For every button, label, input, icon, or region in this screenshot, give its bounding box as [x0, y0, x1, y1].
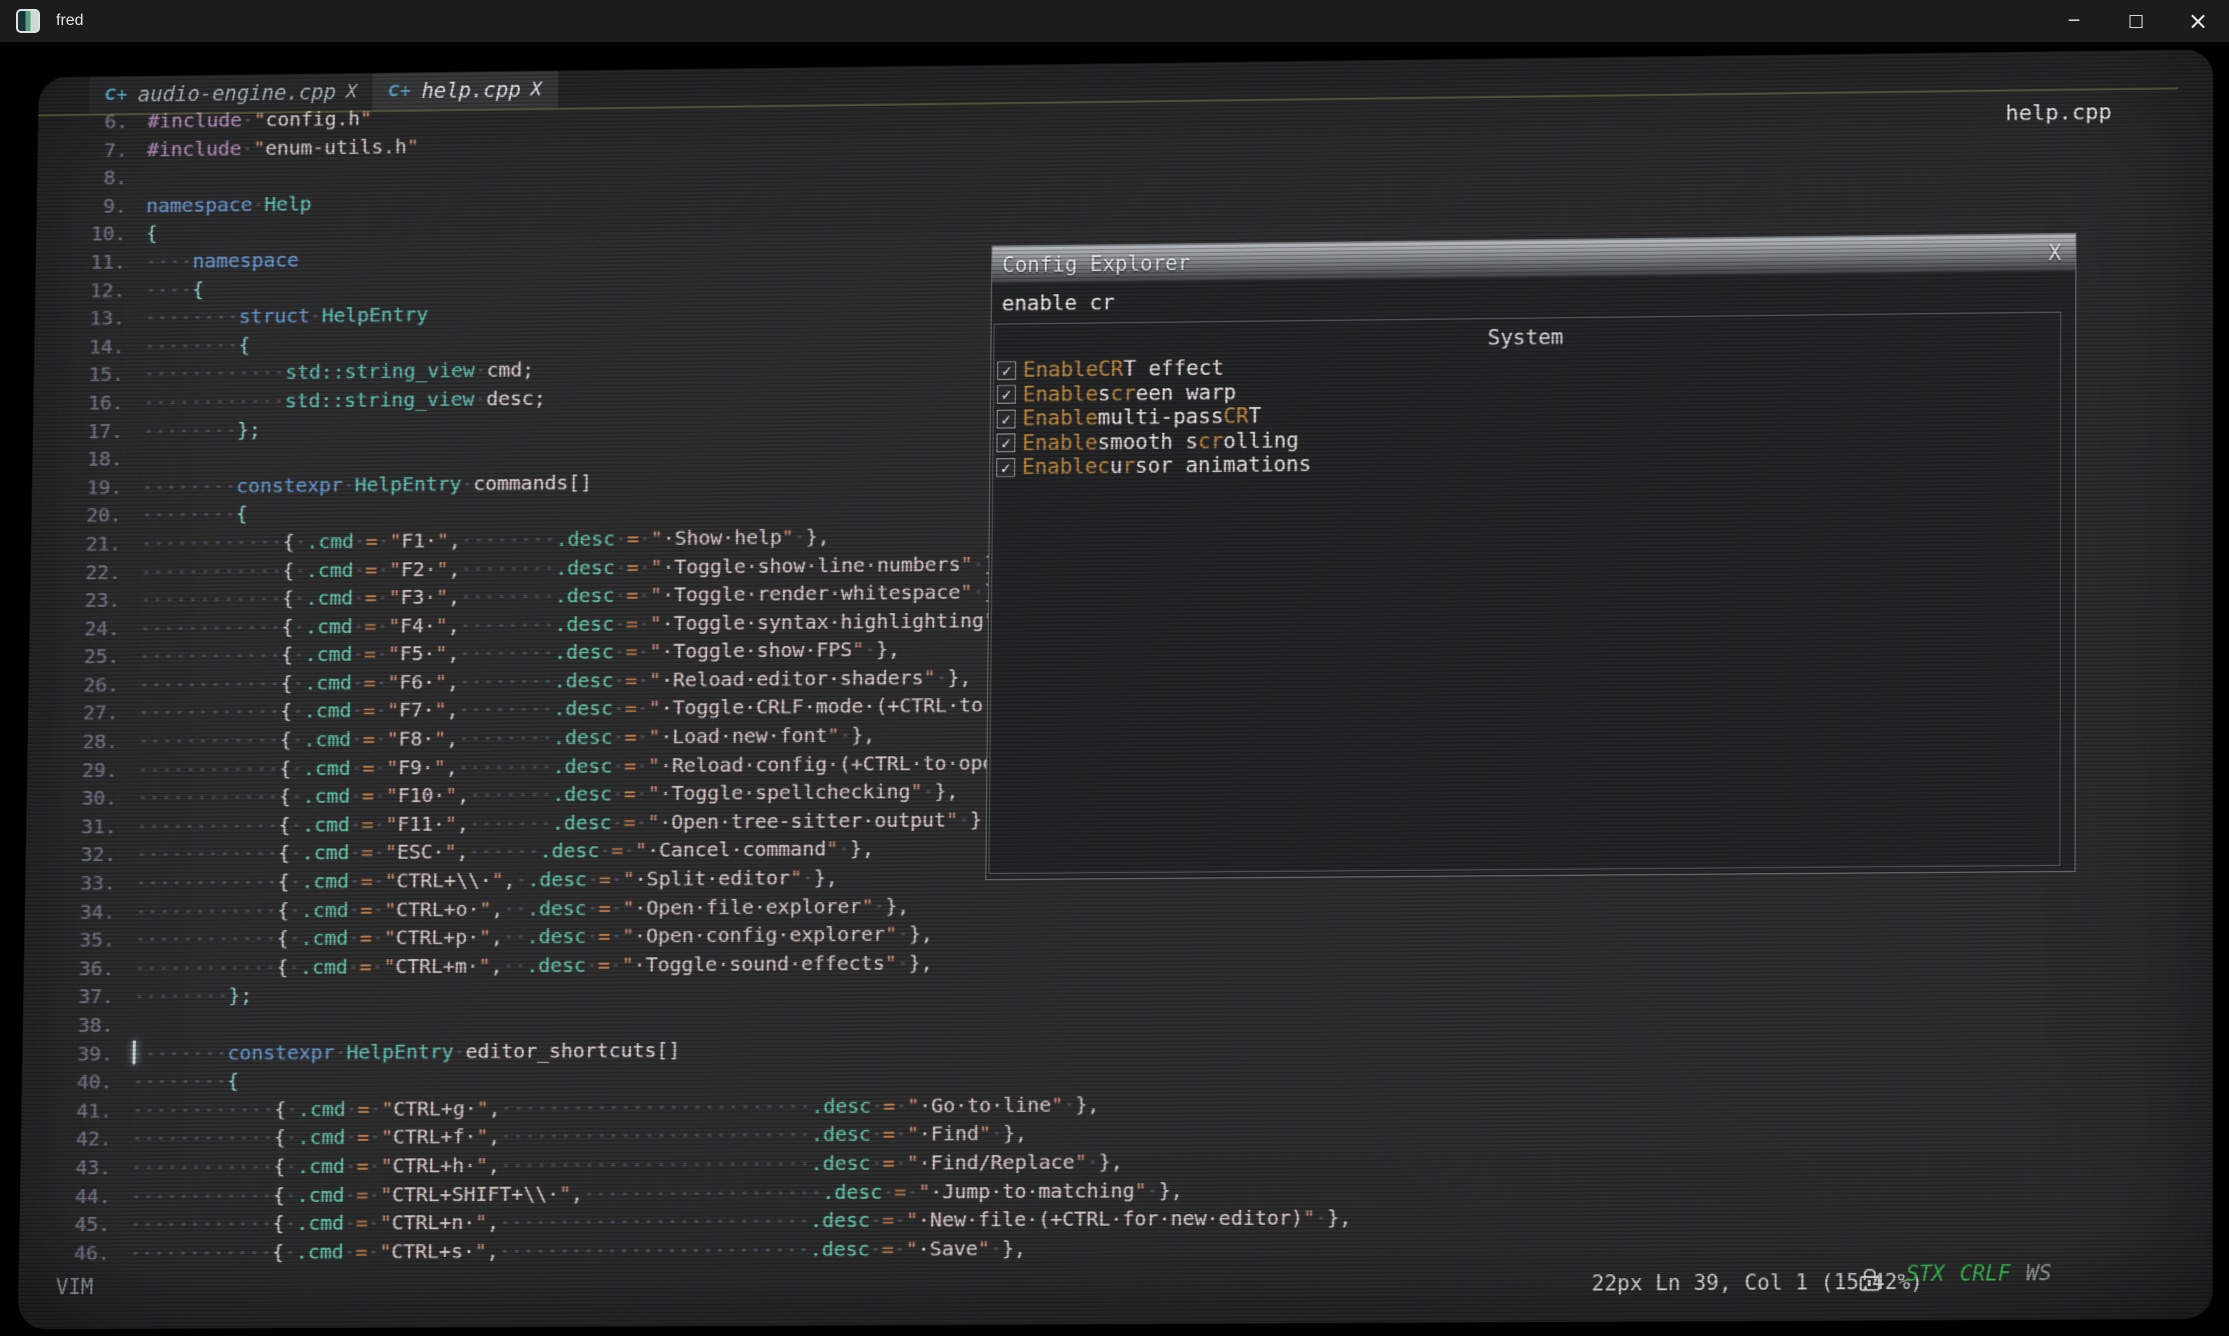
popup-body: System ✓Enable CRT effect✓Enable screen …: [988, 312, 2061, 874]
status-flag-crlf: CRLF: [1960, 1261, 2011, 1286]
line-number: 7.: [71, 135, 148, 164]
checkbox-checked-icon[interactable]: ✓: [996, 458, 1015, 477]
maximize-button[interactable]: □: [2105, 0, 2167, 42]
line-number: 42.: [54, 1125, 131, 1154]
line-number: 17.: [66, 416, 143, 445]
line-number: 20.: [65, 501, 142, 530]
tab-audio-engine[interactable]: C+ audio-engine.cpp X: [89, 73, 373, 114]
line-number: 39.: [56, 1039, 133, 1068]
line-number: 14.: [67, 332, 144, 361]
line-number: 21.: [64, 529, 141, 558]
line-number: 11.: [69, 248, 146, 277]
line-number: 12.: [68, 276, 145, 305]
tab-label: help.cpp: [421, 78, 521, 103]
popup-close-icon[interactable]: X: [2049, 241, 2062, 265]
line-number: 29.: [60, 755, 137, 784]
line-number: 38.: [56, 1011, 133, 1040]
line-number: 30.: [60, 784, 137, 813]
line-number: 28.: [61, 727, 138, 756]
line-number: 37.: [57, 982, 134, 1011]
line-number: 35.: [57, 926, 134, 955]
line-number: 18.: [66, 445, 143, 474]
line-number: 24.: [63, 614, 140, 643]
checkbox-checked-icon[interactable]: ✓: [997, 385, 1016, 404]
status-flag-stx: STX: [1906, 1261, 1944, 1285]
line-number: 10.: [69, 220, 146, 249]
line-number: 8.: [70, 163, 147, 192]
window-title: fred: [56, 12, 84, 30]
line-number: 46.: [52, 1239, 129, 1268]
line-number: 15.: [67, 360, 144, 389]
tab-help[interactable]: C+ help.cpp X: [373, 71, 558, 111]
line-number: 32.: [59, 840, 136, 869]
line-number: 13.: [68, 304, 145, 333]
close-button[interactable]: ×: [2167, 0, 2229, 42]
status-flag-ws: WS: [2026, 1261, 2052, 1285]
line-number: 26.: [62, 670, 139, 699]
line-number: 31.: [59, 812, 136, 841]
active-file-indicator: help.cpp: [2005, 100, 2111, 126]
tab-bar: C+ audio-engine.cpp X C+ help.cpp X: [89, 71, 558, 114]
minimize-button[interactable]: ─: [2043, 0, 2105, 42]
checkbox-checked-icon[interactable]: ✓: [997, 409, 1016, 428]
tab-close-icon[interactable]: X: [346, 81, 358, 103]
window-controls: ─ □ ×: [2043, 0, 2229, 42]
line-number: 43.: [54, 1153, 131, 1182]
tab-close-icon[interactable]: X: [530, 79, 542, 101]
status-mode-indicator: VIM: [56, 1275, 94, 1299]
crt-stage: C+ audio-engine.cpp X C+ help.cpp X help…: [0, 42, 2229, 1336]
line-number: 33.: [58, 869, 135, 898]
line-number: 41.: [55, 1096, 132, 1125]
status-flags: STX CRLF WS: [1906, 1261, 2067, 1286]
line-number: 34.: [58, 897, 135, 926]
line-number: 25.: [62, 642, 139, 671]
cpp-file-icon: C+: [388, 82, 411, 100]
editor-screen: C+ audio-engine.cpp X C+ help.cpp X help…: [18, 49, 2214, 1329]
cpp-file-icon: C+: [105, 86, 128, 104]
line-number: 36.: [57, 954, 134, 983]
os-titlebar: fred ─ □ ×: [0, 0, 2229, 42]
checkbox-checked-icon[interactable]: ✓: [996, 434, 1015, 453]
line-number: 45.: [53, 1210, 130, 1239]
line-number: 44.: [53, 1182, 130, 1211]
line-number: 19.: [65, 473, 142, 502]
code-line[interactable]: 46.············{·.cmd·=·"CTRL+s·",······…: [52, 1232, 1351, 1267]
config-explorer-popup: Config Explorer X enable cr System ✓Enab…: [985, 233, 2076, 880]
line-number: 9.: [70, 191, 147, 220]
line-number: 40.: [55, 1068, 132, 1097]
app-icon: [16, 9, 40, 33]
checkbox-checked-icon[interactable]: ✓: [997, 361, 1016, 380]
tab-label: audio-engine.cpp: [138, 80, 336, 106]
popup-list: ✓Enable CRT effect✓Enable screen warp✓En…: [993, 347, 2060, 480]
lock-icon: [1860, 1276, 1880, 1291]
line-number: 27.: [61, 699, 138, 728]
line-number: 16.: [66, 388, 143, 417]
line-number: 22.: [64, 557, 141, 586]
popup-title-text: Config Explorer: [1002, 251, 1190, 277]
line-number: 23.: [63, 586, 140, 615]
